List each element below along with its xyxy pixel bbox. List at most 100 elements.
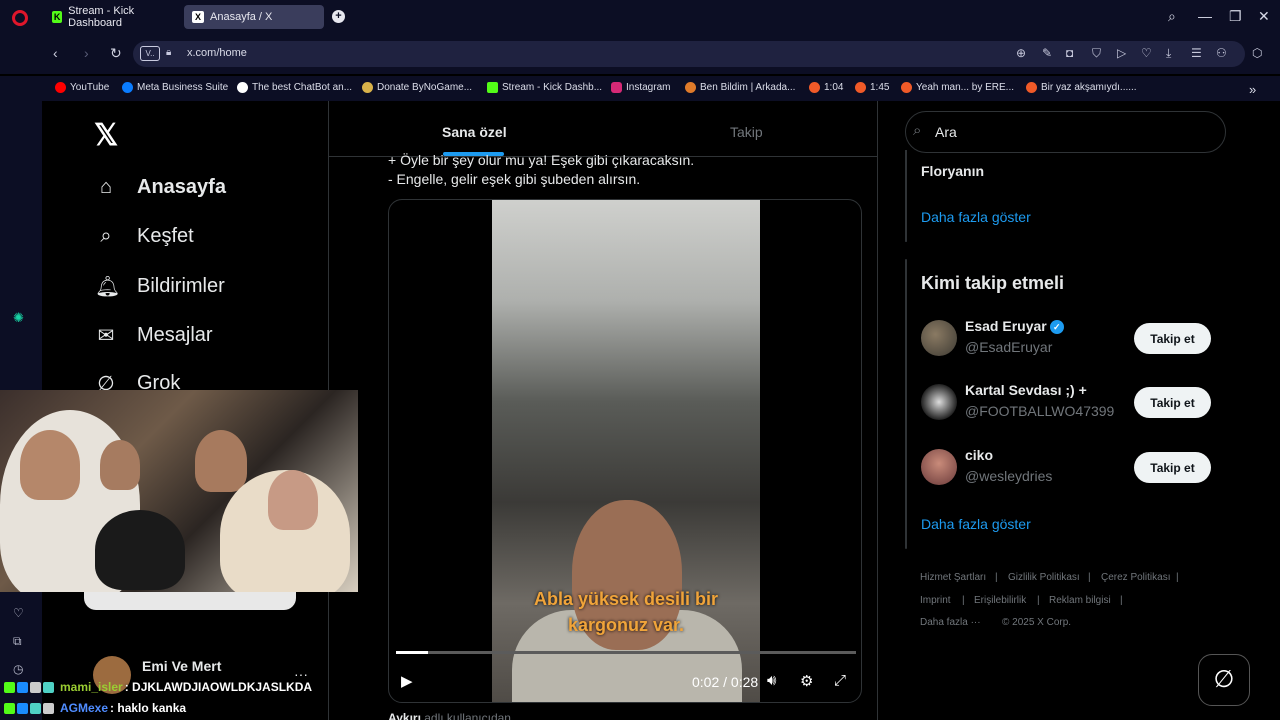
fullscreen-icon[interactable]: ⤢ [834, 672, 846, 689]
shield-icon[interactable]: ⛉ [1092, 46, 1101, 61]
profile-name[interactable]: Emi Ve Mert [142, 658, 221, 674]
footer-terms-link[interactable]: Hizmet Şartları [920, 572, 986, 583]
badge-icon [17, 681, 28, 693]
footer-more-link[interactable]: Daha fazla ··· [920, 617, 981, 628]
suggestion-name[interactable]: Kartal Sevdası ;) + [965, 382, 1087, 398]
suggestion-name[interactable]: ciko [965, 447, 993, 463]
tab-following[interactable]: Takip [730, 124, 763, 140]
footer-privacy-link[interactable]: Gizlilik Politikası [1008, 572, 1080, 583]
video-frame[interactable]: Abla yüksek desili bir kargonuz var. [492, 200, 760, 702]
kick-icon [487, 82, 498, 93]
show-more-follow-link[interactable]: Daha fazla göster [921, 516, 1031, 532]
author-name[interactable]: Aykırı [388, 711, 421, 720]
bookmark-label: Stream - Kick Dashb... [502, 82, 603, 93]
follow-suggestion[interactable]: Esad Eruyar ✓ @EsadEruyar Takip et [921, 318, 1211, 362]
extensions-icon[interactable]: ⬡ [1252, 46, 1262, 60]
show-more-trends-link[interactable]: Daha fazla göster [921, 209, 1031, 225]
lock-icon[interactable]: 🔒︎ [166, 47, 171, 58]
tab-kick-dashboard[interactable]: K Stream - Kick Dashboard [44, 5, 180, 29]
bookmark-meta[interactable]: Meta Business Suite [122, 82, 228, 93]
tab-label: Anasayfa / X [210, 11, 273, 23]
bookmark-kick[interactable]: Stream - Kick Dashb... [487, 82, 602, 93]
bookmark-video-2[interactable]: 1:45 [855, 82, 889, 93]
follow-button[interactable]: Takip et [1134, 323, 1211, 354]
footer-imprint-link[interactable]: Imprint [920, 595, 951, 606]
vpn-badge-icon[interactable]: V.. [140, 46, 160, 61]
heart-icon[interactable]: ♡ [13, 606, 24, 620]
chat-username[interactable]: AGMexe [60, 701, 108, 715]
edit-icon[interactable]: ✎ [1042, 46, 1052, 60]
opera-logo[interactable] [12, 10, 28, 26]
menu-icon[interactable]: ☰ [1191, 46, 1202, 60]
follow-suggestion[interactable]: ciko @wesleydries Takip et [921, 447, 1211, 491]
footer-accessibility-link[interactable]: Erişilebilirlik [974, 595, 1026, 606]
bookmark-yeah-man[interactable]: Yeah man... by ERE... [901, 82, 1014, 93]
bookmark-ben-bildim[interactable]: Ben Bildim | Arkada... [685, 82, 795, 93]
tab-label: Stream - Kick Dashboard [68, 5, 135, 29]
url-field[interactable] [133, 41, 1245, 67]
avatar[interactable] [921, 384, 957, 420]
url-text[interactable]: x.com/home [187, 47, 247, 59]
bookmark-label: Meta Business Suite [137, 82, 229, 93]
footer-cookies-link[interactable]: Çerez Politikası [1101, 572, 1170, 583]
video-progress-bar[interactable] [396, 651, 856, 654]
search-icon: ⌕ [913, 122, 922, 139]
bookmark-chatbot[interactable]: The best ChatBot an... [237, 82, 352, 93]
bookmark-donate[interactable]: Donate ByNoGame... [362, 82, 472, 93]
bookmark-label: Bir yaz akşamıydı...... [1041, 82, 1137, 93]
bookmark-video-1[interactable]: 1:04 [809, 82, 843, 93]
camera-icon[interactable]: ◘ [1066, 46, 1073, 60]
new-tab-button[interactable]: + [332, 10, 345, 23]
play-icon[interactable]: ▶ [401, 672, 413, 690]
forward-icon[interactable]: › [84, 45, 89, 61]
tab-x-home[interactable]: X Anasayfa / X [184, 5, 324, 29]
video-icon [901, 82, 912, 93]
avatar[interactable] [921, 320, 957, 356]
reload-icon[interactable]: ↻ [110, 45, 122, 62]
webcam-overlay [0, 390, 358, 592]
settings-icon[interactable]: ⚙ [800, 672, 813, 690]
follow-button[interactable]: Takip et [1134, 452, 1211, 483]
x-logo-icon[interactable]: 𝕏 [94, 118, 118, 153]
cube-icon[interactable]: ⧉ [13, 634, 22, 649]
minimize-icon[interactable]: — [1198, 8, 1212, 24]
search-tabs-icon[interactable]: ⌕ [1168, 8, 1176, 25]
chat-username[interactable]: mami_isler [60, 680, 123, 694]
grok-fab-icon[interactable]: ∅ [1198, 654, 1250, 706]
search-placeholder[interactable]: Ara [935, 124, 957, 140]
nav-home[interactable]: ⌂ Anasayfa [95, 176, 226, 199]
footer-separator: | [1176, 572, 1179, 583]
heart-icon[interactable]: ♡ [1141, 46, 1152, 60]
restore-icon[interactable]: ❐ [1229, 8, 1242, 25]
video-player[interactable]: Abla yüksek desili bir kargonuz var. ▶ 0… [388, 199, 862, 703]
follow-button[interactable]: Takip et [1134, 387, 1211, 418]
trend-item[interactable]: Floryanın [921, 163, 984, 179]
nav-notifications[interactable]: 🔔︎ Bildirimler [95, 274, 225, 299]
bookmark-bir-yaz[interactable]: Bir yaz akşamıydı...... [1026, 82, 1137, 93]
nav-messages[interactable]: ✉ Mesajlar [95, 323, 213, 348]
play-icon[interactable]: ▷ [1117, 46, 1126, 60]
profile-icon[interactable]: ⚇ [1216, 46, 1227, 60]
history-icon[interactable]: ◷ [13, 662, 23, 676]
volume-icon[interactable]: 🔊︎ [767, 672, 776, 689]
nav-label: Mesajlar [137, 324, 213, 346]
video-time: 0:02 / 0:28 [692, 674, 759, 690]
tab-for-you[interactable]: Sana özel [442, 124, 507, 140]
footer-ads-link[interactable]: Reklam bilgisi [1049, 595, 1111, 606]
back-icon[interactable]: ‹ [53, 45, 58, 61]
avatar[interactable] [921, 449, 957, 485]
bookmark-youtube[interactable]: YouTube [55, 82, 109, 93]
meta-icon [122, 82, 133, 93]
chat-message: mami_isler : DJKLAWDJIAOWLDKJASLKDA [4, 680, 312, 694]
suggestion-name[interactable]: Esad Eruyar ✓ [965, 318, 1064, 335]
follow-suggestion[interactable]: Kartal Sevdası ;) + @FOOTBALLWO47399 Tak… [921, 382, 1211, 426]
close-window-icon[interactable]: ✕ [1258, 8, 1270, 25]
nav-explore[interactable]: ⌕ Keşfet [95, 225, 194, 248]
bookmark-label: Yeah man... by ERE... [916, 82, 1015, 93]
zoom-icon[interactable]: ⊕ [1016, 46, 1026, 60]
bookmark-instagram[interactable]: Instagram [611, 82, 670, 93]
bookmarks-overflow-icon[interactable]: » [1249, 82, 1256, 97]
nav-label: Keşfet [137, 225, 194, 247]
chatgpt-icon[interactable]: ✺ [13, 310, 24, 326]
download-icon[interactable]: ⤓ [1166, 46, 1171, 61]
